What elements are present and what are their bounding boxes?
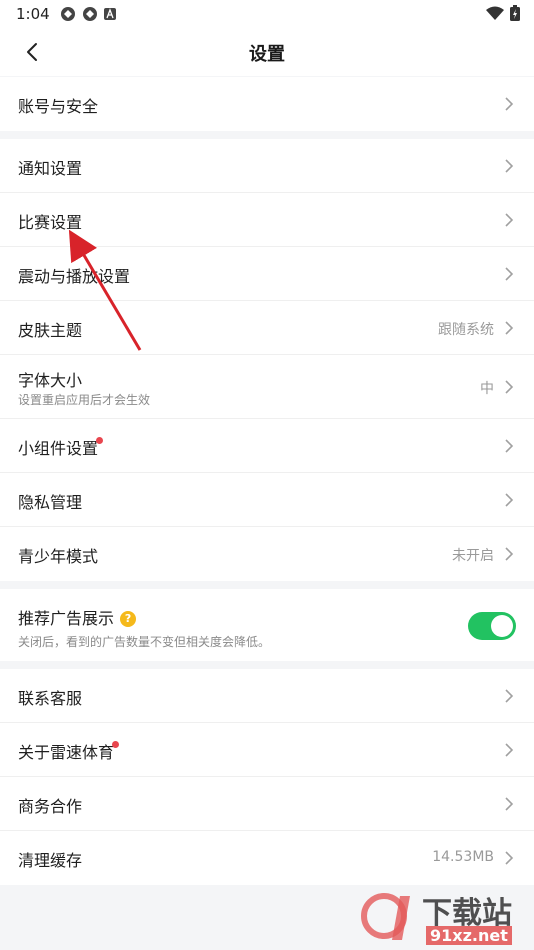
new-badge-dot (96, 437, 104, 444)
privacy-management-row[interactable]: 隐私管理 (0, 473, 534, 527)
battery-charging-icon (510, 5, 520, 21)
row-label: 关于雷速体育 (18, 739, 120, 763)
row-label: 通知设置 (18, 159, 83, 178)
chevron-right-icon (505, 547, 514, 561)
row-label: 联系客服 (18, 689, 83, 708)
row-label: 商务合作 (18, 797, 83, 816)
font-a-icon (104, 8, 116, 20)
vibration-playback-settings-row[interactable]: 震动与播放设置 (0, 247, 534, 301)
chevron-right-icon (505, 159, 514, 173)
row-label: 比赛设置 (18, 213, 83, 232)
chevron-right-icon (505, 213, 514, 227)
recommended-ads-toggle[interactable] (468, 612, 516, 640)
settings-group-account: 账号与安全 (0, 77, 534, 131)
watermark-url: 91xz.net (426, 926, 512, 945)
row-label: 清理缓存 (18, 851, 83, 870)
match-settings-row[interactable]: 比赛设置 (0, 193, 534, 247)
status-bar: 1:04 (0, 0, 534, 28)
settings-group-ads: 推荐广告展示? 关闭后，看到的广告数量不变但相关度会降低。 (0, 589, 534, 661)
row-label: 推荐广告展示? (18, 605, 137, 629)
chevron-right-icon (505, 797, 514, 811)
row-label: 小组件设置 (18, 435, 104, 459)
notification-settings-row[interactable]: 通知设置 (0, 139, 534, 193)
business-cooperation-row[interactable]: 商务合作 (0, 777, 534, 831)
row-label: 皮肤主题 (18, 321, 83, 340)
toggle-knob (491, 615, 513, 637)
status-time: 1:04 (16, 5, 50, 23)
status-system-icons (486, 5, 520, 21)
about-app-row[interactable]: 关于雷速体育 (0, 723, 534, 777)
teen-mode-row[interactable]: 青少年模式 未开启 (0, 527, 534, 581)
font-size-row[interactable]: 字体大小 设置重启应用后才会生效 中 (0, 355, 534, 419)
help-icon[interactable]: ? (120, 611, 137, 627)
row-label: 震动与播放设置 (18, 267, 131, 286)
wifi-icon (486, 6, 504, 20)
recommended-ads-row: 推荐广告展示? 关闭后，看到的广告数量不变但相关度会降低。 (0, 589, 534, 661)
row-subtitle: 设置重启应用后才会生效 (18, 393, 151, 407)
row-value: 中 (480, 381, 494, 397)
chevron-right-icon (505, 97, 514, 111)
skin-theme-row[interactable]: 皮肤主题 跟随系统 (0, 301, 534, 355)
row-label: 隐私管理 (18, 493, 83, 512)
row-value: 14.53MB (432, 849, 494, 865)
settings-group-about: 联系客服 关于雷速体育 商务合作 清理缓存 14.53MB (0, 669, 534, 885)
account-security-row[interactable]: 账号与安全 (0, 77, 534, 131)
chevron-right-icon (505, 321, 514, 335)
row-value: 未开启 (452, 548, 494, 564)
header-bar: 设置 (0, 28, 534, 76)
settings-group-general: 通知设置 比赛设置 震动与播放设置 皮肤主题 跟随系统 字体大小 设置重启应用后… (0, 139, 534, 581)
row-label: 青少年模式 (18, 547, 99, 566)
chevron-right-icon (505, 689, 514, 703)
chevron-right-icon (505, 380, 514, 394)
app-notification-icon (61, 7, 75, 21)
chevron-right-icon (505, 439, 514, 453)
app-notification-icon (83, 7, 97, 21)
chevron-right-icon (505, 743, 514, 757)
watermark-logo-icon (361, 893, 410, 940)
watermark: 下载站 91xz.net (360, 888, 530, 948)
row-value: 跟随系统 (438, 322, 494, 338)
page-title: 设置 (249, 44, 285, 65)
chevron-right-icon (505, 493, 514, 507)
contact-support-row[interactable]: 联系客服 (0, 669, 534, 723)
status-notification-icons (60, 6, 116, 22)
row-subtitle: 关闭后，看到的广告数量不变但相关度会降低。 (18, 635, 271, 649)
row-label: 账号与安全 (18, 97, 99, 116)
chevron-right-icon (505, 267, 514, 281)
new-badge-dot (112, 741, 120, 748)
chevron-right-icon (505, 851, 514, 865)
row-label: 字体大小 (18, 371, 83, 390)
widget-settings-row[interactable]: 小组件设置 (0, 419, 534, 473)
clear-cache-row[interactable]: 清理缓存 14.53MB (0, 831, 534, 885)
